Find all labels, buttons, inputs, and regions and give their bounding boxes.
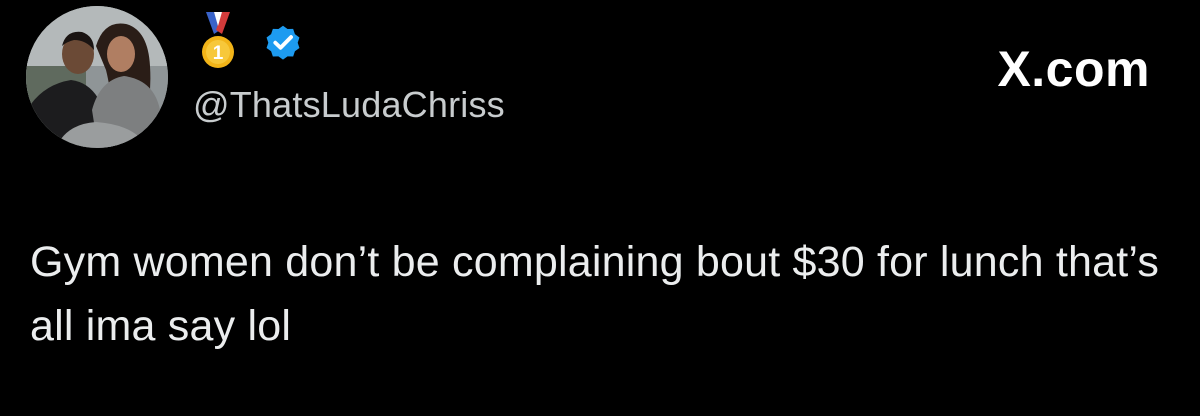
verified-badge-icon — [262, 21, 304, 68]
medal-label: 1 — [213, 43, 224, 64]
user-handle[interactable]: @ThatsLudaChriss — [193, 84, 505, 126]
site-branding: X.com — [997, 41, 1150, 97]
badge-row: 1 — [200, 11, 304, 77]
tweet-text: Gym women don’t be complaining bout $30 … — [30, 238, 1160, 350]
avatar-photo — [26, 6, 168, 148]
gold-medal-icon: 1 — [200, 11, 236, 77]
tweet-card: 1 @ThatsLudaChriss X.com Gym women don’t… — [0, 0, 1200, 416]
avatar[interactable] — [26, 6, 168, 148]
